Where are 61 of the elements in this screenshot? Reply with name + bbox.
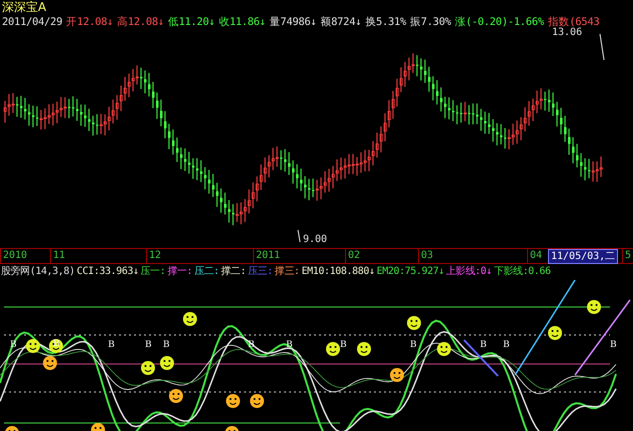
- indicator-value: 压一:: [140, 265, 166, 279]
- quote-field: 换5.31%: [365, 15, 406, 29]
- quote-field: 振7.30%: [410, 15, 451, 29]
- b-marker: B: [108, 340, 115, 350]
- indicator-value: 下影线:0.66: [494, 265, 551, 279]
- cursor-date-label: 11/05/03,二: [548, 249, 618, 264]
- b-marker: B: [610, 340, 617, 350]
- time-axis-label: 12: [146, 249, 162, 263]
- stock-name: 深深宝A: [2, 0, 46, 14]
- smiley-icon: [43, 356, 57, 370]
- time-axis-label: 11: [50, 249, 66, 263]
- smiley-icon: [407, 316, 421, 330]
- b-marker: B: [248, 340, 255, 350]
- smiley-icon: [437, 342, 451, 356]
- quote-field: 指数(6543: [548, 15, 600, 29]
- b-marker: B: [410, 340, 417, 350]
- quote-field: 额8724↓: [320, 15, 362, 29]
- smiley-icon: [250, 394, 264, 408]
- smiley-icon: [226, 394, 240, 408]
- high-price-label: 13.06: [552, 27, 582, 38]
- indicator-value: CCI:33.963↓: [76, 265, 139, 279]
- quote-field: 量74986↓: [270, 15, 316, 29]
- b-marker: B: [503, 340, 510, 350]
- smiley-icon: [390, 368, 404, 382]
- indicator-value: 上影线:0↓: [446, 265, 492, 279]
- b-marker: B: [145, 340, 152, 350]
- b-marker: B: [53, 339, 60, 349]
- b-marker: B: [480, 340, 487, 350]
- smiley-icon: [49, 339, 63, 353]
- indicator-value: EM10:108.880↓: [302, 265, 375, 279]
- quote-field: 低11.20↓: [168, 15, 215, 29]
- smiley-icon: [357, 342, 371, 356]
- smiley-icon: [141, 361, 155, 375]
- time-axis-label: 03: [418, 249, 434, 263]
- time-axis-label: 2010: [0, 249, 28, 263]
- b-marker: B: [340, 340, 347, 350]
- quote-field: 高12.08↓: [117, 15, 164, 29]
- smiley-icon: [326, 342, 340, 356]
- low-price-label: 9.00: [303, 234, 328, 245]
- time-axis-label: 04: [527, 249, 542, 263]
- smiley-icon: [160, 356, 174, 370]
- time-axis-label: 02: [345, 249, 360, 263]
- quote-field: 收11.86↓: [218, 15, 266, 29]
- indicator-value: 压三:: [248, 265, 273, 279]
- indicator-value: 压二:: [194, 265, 220, 279]
- smiley-icon: [548, 326, 562, 340]
- indicator-value: EM20:75.927↓: [376, 265, 444, 279]
- quote-field: 2011/04/29: [2, 15, 62, 29]
- time-axis-label: 2011: [253, 249, 280, 263]
- time-axis-label: 5: [622, 249, 632, 263]
- smiley-icon: [587, 300, 601, 314]
- indicator-value: 撑三:: [274, 265, 300, 279]
- indicator-name: 股旁网(14,3,8): [1, 265, 75, 279]
- b-marker: B: [163, 340, 170, 350]
- smiley-icon: [183, 312, 197, 326]
- smiley-icon: [26, 339, 40, 353]
- indicator-value: 撑二:: [221, 265, 246, 279]
- indicator-value: 撑一:: [167, 265, 192, 279]
- quote-field: 开12.08↓: [66, 15, 114, 29]
- quote-field: 涨(-0.20)-1.66%: [454, 15, 544, 29]
- smiley-icon: [169, 389, 183, 403]
